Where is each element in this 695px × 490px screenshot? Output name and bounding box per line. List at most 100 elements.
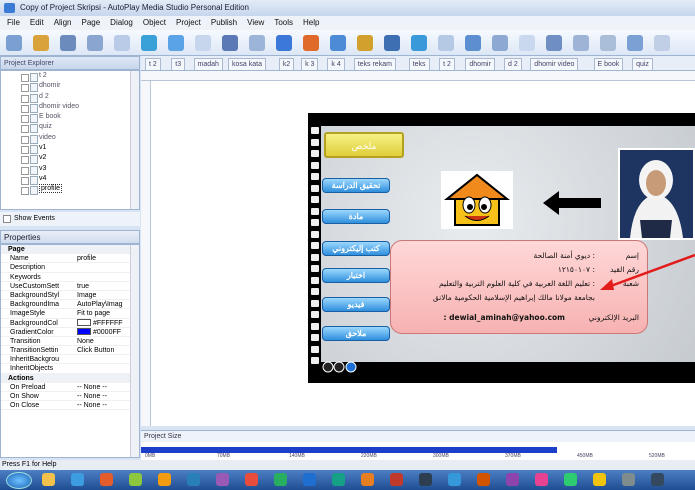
start-button[interactable] (6, 472, 32, 489)
progress-icon[interactable] (600, 35, 616, 51)
property-value[interactable]: #FFFFFF (77, 319, 129, 328)
properties-grid[interactable]: Page Name profile Description Keywords UseCus… (0, 244, 140, 458)
taskbar-app-icon[interactable] (216, 473, 229, 486)
property-value[interactable]: -- None -- (77, 392, 129, 401)
nav-button-3[interactable]: كتب إليكتروني (322, 241, 390, 256)
show-events-toggle[interactable]: Show Events (0, 212, 140, 226)
taskbar-app-icon[interactable] (419, 473, 432, 486)
taskbar-app-icon[interactable] (506, 473, 519, 486)
property-row[interactable]: Transition None (1, 337, 139, 347)
property-row[interactable]: On Show -- None -- (1, 392, 139, 402)
line-icon[interactable] (654, 35, 670, 51)
tab-k-4[interactable]: k 4 (327, 58, 345, 70)
tree-item-video[interactable]: video (1, 133, 139, 145)
taskbar-app-icon[interactable] (622, 473, 635, 486)
tree-item-quiz[interactable]: quiz (1, 122, 139, 134)
property-row[interactable]: InheritBackgrou (1, 355, 139, 365)
property-row[interactable]: BackgroundIma AutoPlay\Imag (1, 300, 139, 310)
property-value[interactable]: Image (77, 291, 129, 300)
property-row[interactable]: Keywords (1, 273, 139, 282)
tree-icon[interactable] (573, 35, 589, 51)
tree-item-d-2[interactable]: d 2 (1, 92, 139, 103)
pointer-icon[interactable] (6, 35, 22, 51)
taskbar-app-icon[interactable] (651, 473, 664, 486)
nav-button-2[interactable]: مادة (322, 209, 390, 224)
tab-t-2[interactable]: t 2 (439, 58, 455, 70)
taskbar-app-icon[interactable] (187, 473, 200, 486)
slide-nav-icons[interactable] (322, 361, 362, 373)
menu-item-view[interactable]: View (247, 18, 264, 27)
menu-item-align[interactable]: Align (54, 18, 72, 27)
property-row[interactable]: On Close -- None -- (1, 401, 139, 411)
button-icon[interactable] (222, 35, 238, 51)
properties-scrollbar[interactable] (130, 245, 139, 457)
property-row[interactable]: Name profile (1, 254, 139, 264)
property-value[interactable]: Fit to page (77, 309, 129, 318)
tab-teks[interactable]: teks (408, 58, 430, 70)
property-row[interactable]: InheritObjects (1, 364, 139, 374)
taskbar-app-icon[interactable] (593, 473, 606, 486)
taskbar-app-icon[interactable] (477, 473, 490, 486)
taskbar-app-icon[interactable] (332, 473, 345, 486)
property-value[interactable]: profile (77, 254, 129, 263)
tree-item-dhomir-video[interactable]: dhomir video (1, 102, 139, 114)
property-row[interactable]: Description (1, 263, 139, 273)
taskbar-app-icon[interactable] (42, 473, 55, 486)
menu-item-project[interactable]: Project (176, 18, 201, 27)
slider-icon[interactable] (627, 35, 643, 51)
label-icon[interactable] (195, 35, 211, 51)
taskbar-app-icon[interactable] (564, 473, 577, 486)
tree-item-v3[interactable]: v3 (1, 164, 139, 175)
menu-item-dialog[interactable]: Dialog (110, 18, 133, 27)
property-value[interactable]: -- None -- (77, 401, 129, 410)
check-icon[interactable] (438, 35, 454, 51)
tab-t3[interactable]: t3 (171, 58, 186, 70)
house-icon[interactable] (441, 171, 513, 229)
property-value[interactable]: #0000FF (77, 328, 129, 337)
property-row[interactable]: TransitionSettin Click Button (1, 346, 139, 356)
tree-item-v4[interactable]: v4 (1, 174, 139, 186)
tab-kosa-kata[interactable]: kosa kata (228, 58, 266, 70)
property-value[interactable]: true (77, 282, 129, 291)
taskbar-app-icon[interactable] (535, 473, 548, 486)
menu-item-file[interactable]: File (7, 18, 20, 27)
taskbar-app-icon[interactable] (390, 473, 403, 486)
flash-icon[interactable] (276, 35, 292, 51)
tree-item-e-book[interactable]: E book (1, 112, 139, 124)
taskbar-app-icon[interactable] (448, 473, 461, 486)
tree-item-v2[interactable]: v2 (1, 153, 139, 165)
taskbar-app-icon[interactable] (274, 473, 287, 486)
tab-madah[interactable]: madah (193, 58, 223, 70)
taskbar-app-icon[interactable] (158, 473, 171, 486)
tree-item-dhomir[interactable]: dhomir (1, 81, 139, 93)
project-tree[interactable]: t 2 dhomir d 2 dhomir video E book quiz video v… (0, 70, 140, 210)
taskbar-app-icon[interactable] (71, 473, 84, 486)
menu-item-publish[interactable]: Publish (211, 18, 237, 27)
copy-icon[interactable] (114, 35, 130, 51)
tab-dhomir[interactable]: dhomir (465, 58, 495, 70)
property-value[interactable]: Click Button (77, 346, 129, 355)
tab-d-2[interactable]: d 2 (504, 58, 522, 70)
box-icon[interactable] (411, 35, 427, 51)
tab-t-2[interactable]: t 2 (145, 58, 161, 70)
taskbar-app-icon[interactable] (303, 473, 316, 486)
tree-item-t-2[interactable]: t 2 (1, 71, 139, 83)
tab-k2[interactable]: k2 (278, 58, 295, 70)
property-row[interactable]: GradientColor #0000FF (1, 328, 139, 337)
tab-k-3[interactable]: k 3 (301, 58, 319, 70)
property-row[interactable]: UseCustomSett true (1, 282, 139, 291)
taskbar-app-icon[interactable] (361, 473, 374, 486)
nav-button-4[interactable]: اختبار (322, 268, 390, 283)
tab-quiz[interactable]: quiz (632, 58, 653, 70)
tab-teks-rekam[interactable]: teks rekam (353, 58, 396, 70)
taskbar-app-icon[interactable] (100, 473, 113, 486)
input-icon[interactable] (492, 35, 508, 51)
open-icon[interactable] (33, 35, 49, 51)
radio-icon[interactable] (465, 35, 481, 51)
show-events-checkbox[interactable] (3, 215, 11, 223)
list-icon[interactable] (519, 35, 535, 51)
property-value[interactable]: -- None -- (77, 383, 129, 392)
paste-icon[interactable] (168, 35, 184, 51)
grid-icon[interactable] (546, 35, 562, 51)
save-icon[interactable] (60, 35, 76, 51)
